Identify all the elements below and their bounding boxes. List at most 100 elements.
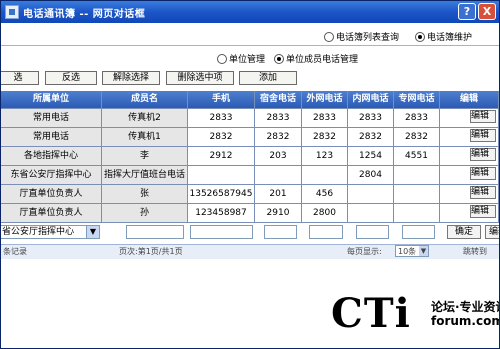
radio-label: 单位成员电话管理 [286, 55, 359, 65]
unit-select-value: 省公安厅指挥中心 [2, 227, 75, 237]
divider [1, 45, 499, 46]
radio-unit-management[interactable]: 单位管理 [217, 52, 265, 66]
cell-dorm: 2832 [255, 128, 302, 147]
cell-private: 2832 [394, 128, 440, 147]
cell-external: 2832 [302, 128, 348, 147]
table-row: 东省公安厅指挥中心 指挥大厅值班台电话 2804 编辑 [1, 166, 499, 185]
pagination-bar: 条记录 页次:第1页/共1页 每页显示: 10条 ▼ 跳转到 [1, 244, 499, 259]
col-unit: 所属单位 [1, 91, 102, 109]
cell-external [302, 166, 348, 185]
cell-edit: 编辑 [440, 204, 499, 223]
cell-unit: 常用电话 [1, 128, 102, 147]
dorm-phone-input[interactable] [264, 225, 297, 239]
help-button[interactable]: ? [458, 3, 476, 20]
internal-phone-input[interactable] [356, 225, 389, 239]
cell-edit: 编辑 [440, 109, 499, 128]
edit-button[interactable]: 编辑 [470, 129, 496, 142]
logo-forum-label: 论坛·专业资讯 [431, 300, 500, 314]
cell-mobile: 2832 [188, 128, 255, 147]
chevron-down-icon[interactable]: ▼ [86, 226, 99, 238]
cell-unit: 厅直单位负责人 [1, 204, 102, 223]
table-row: 厅直单位负责人 孙 123458987 2910 2800 编辑 [1, 204, 499, 223]
cell-member: 李 [102, 147, 188, 166]
window-icon [5, 5, 19, 19]
deselect-button[interactable]: 解除选择 [102, 71, 160, 85]
edit-button[interactable]: 编辑 [485, 225, 499, 239]
cell-internal: 2804 [348, 166, 394, 185]
col-member: 成员名 [102, 91, 188, 109]
edit-button[interactable]: 编辑 [470, 148, 496, 161]
per-page-select[interactable]: 10条 ▼ [395, 245, 429, 257]
edit-button[interactable]: 编辑 [470, 110, 496, 123]
cell-unit: 厅直单位负责人 [1, 185, 102, 204]
title-bar: 电话通讯簿 -- 网页对话框 ? X [1, 1, 499, 23]
select-all-button[interactable]: 选 [1, 71, 39, 85]
cell-member: 指挥大厅值班台电话 [102, 166, 188, 185]
col-edit: 编辑 [440, 91, 499, 109]
window-title: 电话通讯簿 -- 网页对话框 [23, 9, 146, 20]
jump-to-label[interactable]: 跳转到 [463, 246, 487, 257]
cell-dorm: 201 [255, 185, 302, 204]
cell-edit: 编辑 [440, 147, 499, 166]
new-entry-row: 省公安厅指挥中心 ▼ 确定 编辑 [1, 223, 499, 242]
table-row: 厅直单位负责人 张 13526587945 201 456 编辑 [1, 185, 499, 204]
col-private-phone: 专网电话 [394, 91, 440, 109]
cell-private: 2833 [394, 109, 440, 128]
per-page-label: 每页显示: [347, 247, 382, 256]
radio-selected-icon [415, 31, 425, 42]
delete-selected-button[interactable]: 删除选中项 [166, 71, 234, 85]
radio-label: 电话簿维护 [427, 33, 473, 43]
invert-selection-button[interactable]: 反选 [45, 71, 97, 85]
unit-select[interactable]: 省公安厅指挥中心 ▼ [1, 225, 100, 239]
member-name-input[interactable] [126, 225, 184, 239]
radio-phonebook-query[interactable]: 电话簿列表查询 [324, 30, 399, 44]
cell-unit: 各地指挥中心 [1, 147, 102, 166]
table-row: 各地指挥中心 李 2912 203 123 1254 4551 编辑 [1, 147, 499, 166]
cell-internal: 2832 [348, 128, 394, 147]
edit-button[interactable]: 编辑 [470, 205, 496, 218]
cell-mobile: 2912 [188, 147, 255, 166]
radio-label: 电话簿列表查询 [336, 33, 400, 43]
logo-brand: CTi [331, 290, 411, 337]
cell-dorm [255, 166, 302, 185]
page-info: 页次:第1页/共1页 [119, 247, 183, 256]
dialog-window: 电话通讯簿 -- 网页对话框 ? X 电话簿列表查询 电话簿维护 单位管理 单位… [0, 0, 500, 349]
table-row: 常用电话 传真机1 2832 2832 2832 2832 2832 编辑 [1, 128, 499, 147]
radio-phonebook-maintain[interactable]: 电话簿维护 [415, 30, 472, 44]
cell-dorm: 2833 [255, 109, 302, 128]
cell-edit: 编辑 [440, 185, 499, 204]
cell-member: 传真机1 [102, 128, 188, 147]
cell-mobile: 13526587945 [188, 185, 255, 204]
col-external-phone: 外网电话 [302, 91, 348, 109]
cell-mobile [188, 166, 255, 185]
cell-external: 2833 [302, 109, 348, 128]
cell-member: 张 [102, 185, 188, 204]
cell-external: 2800 [302, 204, 348, 223]
confirm-button[interactable]: 确定 [447, 225, 481, 239]
mobile-input[interactable] [190, 225, 253, 239]
close-button[interactable]: X [478, 3, 496, 20]
cell-private: 4551 [394, 147, 440, 166]
table-header: 所属单位 成员名 手机 宿舍电话 外网电话 内网电话 专网电话 编辑 [1, 91, 499, 110]
edit-button[interactable]: 编辑 [470, 186, 496, 199]
radio-label: 单位管理 [229, 55, 266, 65]
radio-selected-icon [274, 53, 284, 64]
add-button[interactable]: 添加 [239, 71, 297, 85]
cell-unit: 东省公安厅指挥中心 [1, 166, 102, 185]
external-phone-input[interactable] [309, 225, 343, 239]
chevron-down-icon[interactable]: ▼ [419, 246, 428, 256]
cell-internal [348, 204, 394, 223]
records-label: 条记录 [3, 247, 27, 256]
col-dorm-phone: 宿舍电话 [255, 91, 302, 109]
table-row: 常用电话 传真机2 2833 2833 2833 2833 2833 编辑 [1, 109, 499, 128]
col-mobile: 手机 [188, 91, 255, 109]
cell-edit: 编辑 [440, 166, 499, 185]
edit-button[interactable]: 编辑 [470, 167, 496, 180]
cell-external: 456 [302, 185, 348, 204]
cell-internal: 2833 [348, 109, 394, 128]
radio-icon [217, 53, 227, 64]
private-phone-input[interactable] [402, 225, 435, 239]
cell-edit: 编辑 [440, 128, 499, 147]
cell-internal [348, 185, 394, 204]
radio-member-phone-management[interactable]: 单位成员电话管理 [274, 52, 358, 66]
